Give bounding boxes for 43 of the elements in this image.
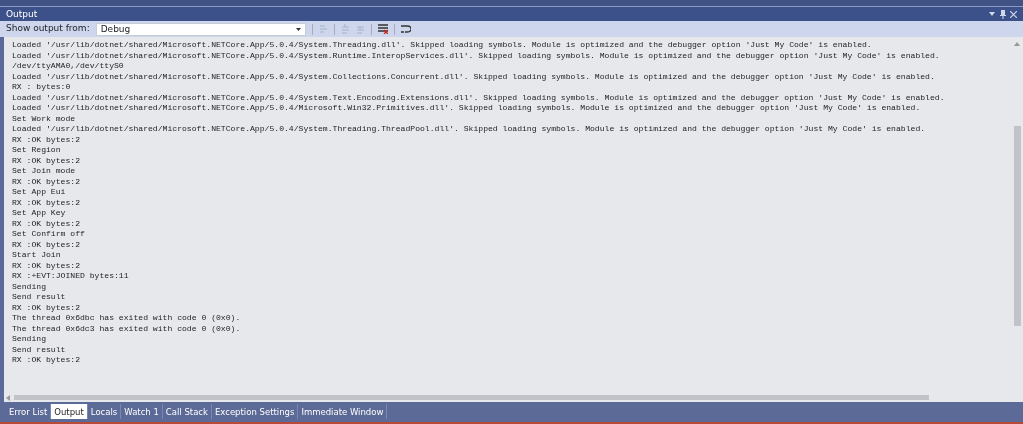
output-line: RX :OK bytes:2 bbox=[12, 134, 80, 145]
output-line: Loaded '/usr/lib/dotnet/shared/Microsoft.NETCore.App/5.0.4/System.Threading.ThreadPool.dll'. Skipped loading symbols. Module is optimized and the debugger option 'Just My Code' is enabled. bbox=[12, 124, 926, 135]
output-source-label: Show output from: bbox=[6, 22, 90, 36]
output-line: /dev/ttyAMA0,/dev/ttyS0 bbox=[12, 61, 124, 72]
output-line: Set Confirm off bbox=[12, 229, 85, 240]
output-line: RX :+EVT:JOINED bytes:11 bbox=[12, 271, 129, 282]
scroll-left-icon[interactable] bbox=[6, 394, 10, 401]
close-icon[interactable] bbox=[1010, 10, 1017, 18]
output-line: RX :OK bytes:2 bbox=[12, 239, 80, 250]
output-line: Send result bbox=[12, 292, 66, 303]
output-line: RX : bytes:0 bbox=[12, 82, 71, 93]
caret-icon[interactable] bbox=[295, 27, 301, 31]
output-line: Sending bbox=[12, 334, 46, 345]
output-line: RX :OK bytes:2 bbox=[12, 218, 80, 229]
output-line: Send result bbox=[12, 344, 66, 355]
output-line: The thread 0x6dbc has exited with code 0 (0x0). bbox=[12, 313, 241, 324]
output-line: Set Region bbox=[12, 145, 61, 156]
output-line: Loaded '/usr/lib/dotnet/shared/Microsoft.NETCore.App/5.0.4/System.Threading.dll'. Skipped loading symbols. Module is optimized and the debugger option 'Just My Code' is enabled. bbox=[12, 40, 872, 51]
output-line: RX :OK bytes:2 bbox=[12, 355, 80, 366]
output-line: Sending bbox=[12, 281, 46, 292]
output-line: RX :OK bytes:2 bbox=[12, 260, 80, 271]
output-line: RX :OK bytes:2 bbox=[12, 155, 80, 166]
panel-tab[interactable]: Output bbox=[51, 404, 88, 419]
output-line: RX :OK bytes:2 bbox=[12, 302, 80, 313]
output-source-dropdown[interactable]: Debug bbox=[95, 22, 306, 36]
output-line: RX :OK bytes:2 bbox=[12, 197, 80, 208]
output-line: Set App Eui bbox=[12, 187, 66, 198]
output-line: RX :OK bytes:2 bbox=[12, 176, 80, 187]
output-line: Set Join mode bbox=[12, 166, 76, 177]
output-line: Set App Key bbox=[12, 208, 66, 219]
scroll-up-icon[interactable] bbox=[1014, 42, 1020, 46]
output-line: Loaded '/usr/lib/dotnet/shared/Microsoft.NETCore.App/5.0.4/Microsoft.Win32.Primitives.dll'. Skipped loading symbols. Module is optimized and the debugger option 'Just My Code' is enabled. bbox=[12, 103, 921, 114]
pin-icon[interactable] bbox=[999, 9, 1006, 19]
output-line: Set Work mode bbox=[12, 113, 76, 124]
output-line: Loaded '/usr/lib/dotnet/shared/Microsoft.NETCore.App/5.0.4/System.Collections.Concurrent.dll'. Skipped loading symbols. Module is optimized and the debugger option 'Just My Code' is enabled. bbox=[12, 71, 935, 82]
window-title: Output bbox=[6, 8, 38, 21]
clear-all-icon[interactable] bbox=[377, 24, 388, 34]
dropdown-icon[interactable] bbox=[989, 12, 995, 16]
word-wrap-icon[interactable] bbox=[400, 24, 411, 34]
output-line: The thread 0x6dc3 has exited with code 0 (0x0). bbox=[12, 323, 241, 334]
output-line: Start Join bbox=[12, 250, 61, 261]
output-line: Loaded '/usr/lib/dotnet/shared/Microsoft.NETCore.App/5.0.4/System.Runtime.InteropServices.dll'. Skipped loading symbols. Module is optimized and the debugger option 'Just My Code' is enabled. bbox=[12, 50, 940, 61]
output-line: Loaded '/usr/lib/dotnet/shared/Microsoft.NETCore.App/5.0.4/System.Text.Encoding.Extensions.dll'. Skipped loading symbols. Module is optimized and the debugger option 'Just My Code' is enabled. bbox=[12, 92, 945, 103]
